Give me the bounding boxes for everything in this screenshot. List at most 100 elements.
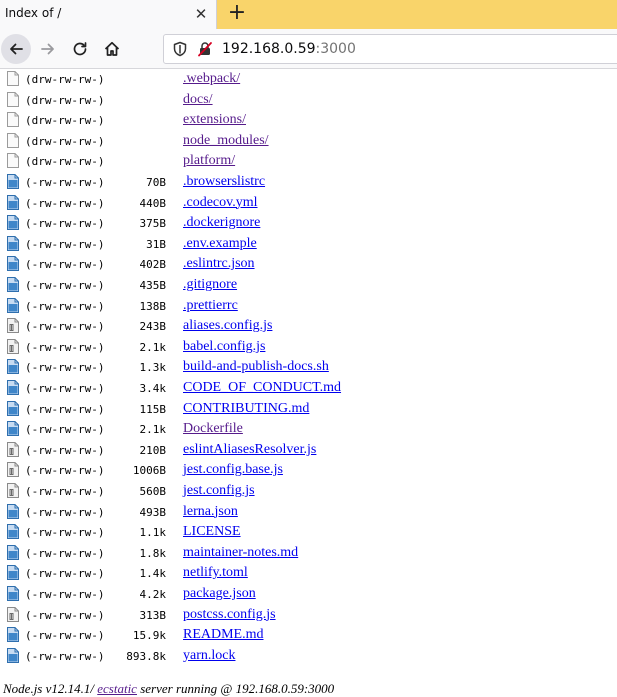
file-size: 1.8k — [139, 546, 167, 560]
file-link[interactable]: aliases.config.js — [183, 318, 272, 334]
file-icon — [7, 256, 19, 272]
file-link[interactable]: babel.config.js — [183, 339, 265, 355]
url-port: :3000 — [315, 41, 356, 57]
list-item: (-rw-rw-rw-) 402B .eslintrc.json — [0, 255, 617, 275]
file-icon — [7, 524, 19, 540]
file-link[interactable]: extensions/ — [183, 112, 246, 128]
url-text[interactable]: 192.168.0.59:3000 — [222, 41, 356, 57]
arrow-left-icon — [10, 43, 23, 55]
permissions: (-rw-rw-rw-) — [25, 237, 105, 251]
file-size: 375B — [139, 217, 167, 231]
list-item: (-rw-rw-rw-) 3.4k CODE_OF_CONDUCT.md — [0, 379, 617, 399]
file-size: 2.1k — [139, 340, 167, 354]
permissions: (drw-rw-rw-) — [25, 114, 105, 128]
home-button[interactable] — [99, 36, 125, 62]
file-link[interactable]: Dockerfile — [183, 421, 243, 437]
list-item: (-rw-rw-rw-) 1.3k build-and-publish-docs.s… — [0, 358, 617, 378]
permissions: (-rw-rw-rw-) — [25, 217, 105, 231]
list-item: (drw-rw-rw-) .webpack/ — [0, 70, 617, 90]
url-host: 192.168.0.59 — [222, 41, 316, 57]
file-link[interactable]: README.md — [183, 627, 264, 643]
file-link[interactable]: CONTRIBUTING.md — [183, 401, 309, 417]
file-link[interactable]: CODE_OF_CONDUCT.md — [183, 380, 341, 396]
permissions: (-rw-rw-rw-) — [25, 505, 105, 519]
file-link[interactable]: .webpack/ — [183, 71, 240, 87]
back-button[interactable] — [1, 34, 31, 64]
file-link[interactable]: jest.config.base.js — [183, 462, 283, 478]
file-icon — [7, 544, 19, 560]
permissions: (-rw-rw-rw-) — [25, 258, 105, 272]
file-link[interactable]: jest.config.js — [183, 483, 255, 499]
script-file-icon — [7, 441, 19, 457]
file-size: 440B — [139, 196, 167, 210]
file-link[interactable]: .env.example — [183, 236, 257, 252]
permissions: (drw-rw-rw-) — [25, 93, 105, 107]
list-item: (-rw-rw-rw-) 375B .dockerignore — [0, 214, 617, 234]
file-link[interactable]: platform/ — [183, 153, 235, 169]
file-icon — [7, 297, 19, 313]
insecure-lock-icon[interactable] — [197, 41, 213, 57]
file-link[interactable]: package.json — [183, 586, 256, 602]
file-link[interactable]: build-and-publish-docs.sh — [183, 359, 329, 375]
url-bar[interactable]: 192.168.0.59:3000 — [163, 34, 617, 64]
list-item: (drw-rw-rw-) docs/ — [0, 91, 617, 111]
forward-button[interactable] — [35, 36, 61, 62]
file-link[interactable]: docs/ — [183, 92, 213, 108]
permissions: (-rw-rw-rw-) — [25, 629, 105, 643]
list-item: (drw-rw-rw-) platform/ — [0, 152, 617, 172]
list-item: (-rw-rw-rw-) 138B .prettierrc — [0, 297, 617, 317]
permissions: (-rw-rw-rw-) — [25, 464, 105, 478]
file-link[interactable]: maintainer-notes.md — [183, 545, 298, 561]
file-size: 3.4k — [139, 382, 167, 395]
ecstatic-link[interactable]: ecstatic — [97, 681, 137, 696]
new-tab-button[interactable]: + — [226, 2, 248, 24]
tab-strip: Index of / ✕ + — [0, 0, 617, 29]
permissions: (drw-rw-rw-) — [25, 73, 105, 86]
file-icon — [7, 380, 19, 395]
file-link[interactable]: .eslintrc.json — [183, 256, 255, 272]
list-item: (drw-rw-rw-) extensions/ — [0, 111, 617, 131]
file-link[interactable]: netlify.toml — [183, 565, 248, 581]
file-icon — [7, 194, 19, 210]
file-link[interactable]: .dockerignore — [183, 215, 260, 231]
file-size: 1.1k — [139, 526, 167, 540]
file-link[interactable]: eslintAliasesResolver.js — [183, 442, 316, 458]
footer-prefix: Node.js v12.14.1/ — [3, 681, 98, 696]
permissions: (-rw-rw-rw-) — [25, 649, 105, 663]
permissions: (-rw-rw-rw-) — [25, 176, 105, 189]
file-icon — [7, 215, 19, 231]
script-file-icon — [7, 338, 19, 354]
file-link[interactable]: postcss.config.js — [183, 607, 276, 623]
permissions: (-rw-rw-rw-) — [25, 485, 105, 498]
permissions: (drw-rw-rw-) — [25, 134, 105, 148]
list-item: (-rw-rw-rw-) 70B .browserslistrc — [0, 173, 617, 193]
list-item: (-rw-rw-rw-) 4.2k package.json — [0, 585, 617, 605]
reload-icon — [73, 42, 87, 56]
close-tab-icon[interactable]: ✕ — [192, 5, 210, 23]
file-link[interactable]: yarn.lock — [183, 648, 235, 664]
file-icon — [7, 565, 19, 581]
file-icon — [7, 400, 19, 416]
shield-icon[interactable] — [172, 41, 188, 57]
script-file-icon — [7, 318, 19, 334]
navigation-bar: 192.168.0.59:3000 — [0, 29, 617, 69]
permissions: (-rw-rw-rw-) — [25, 588, 105, 601]
file-link[interactable]: .prettierrc — [183, 298, 238, 314]
file-size: 893.8k — [126, 649, 166, 663]
file-size: 4.2k — [139, 588, 167, 601]
file-link[interactable]: .codecov.yml — [183, 195, 258, 211]
file-icon — [7, 421, 19, 437]
arrow-right-icon — [41, 43, 54, 55]
file-size: 115B — [139, 402, 167, 416]
file-link[interactable]: .gitignore — [183, 277, 237, 293]
footer-suffix: server running @ 192.168.0.59:3000 — [136, 681, 335, 696]
file-link[interactable]: .browserslistrc — [183, 174, 265, 190]
reload-button[interactable] — [67, 36, 93, 62]
tab-index[interactable]: Index of / ✕ — [0, 0, 217, 29]
file-link[interactable]: node_modules/ — [183, 133, 269, 149]
file-size: 435B — [139, 279, 167, 292]
file-link[interactable]: LICENSE — [183, 524, 241, 540]
file-icon — [7, 359, 19, 375]
script-file-icon — [7, 606, 19, 622]
file-link[interactable]: lerna.json — [183, 504, 238, 520]
